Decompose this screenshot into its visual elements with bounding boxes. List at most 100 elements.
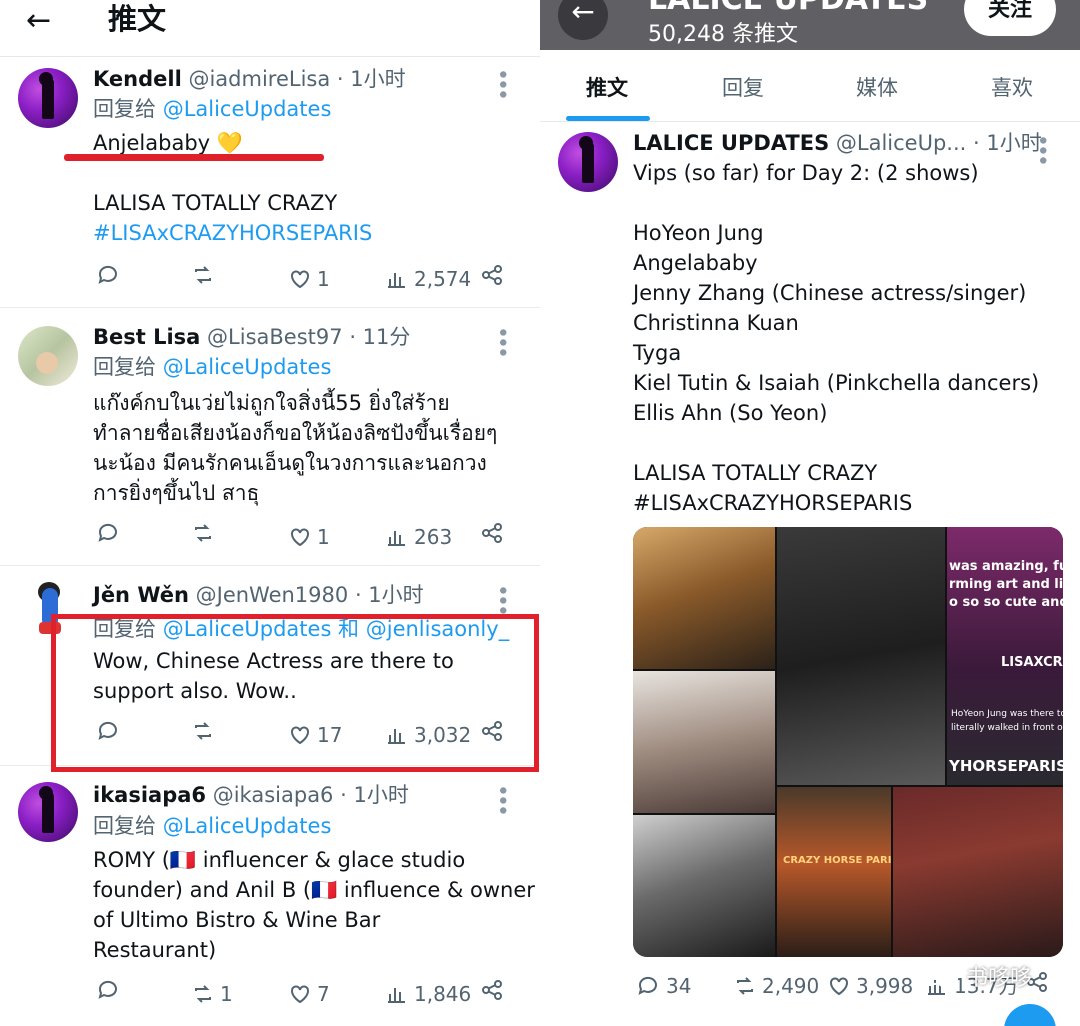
reply-tweet[interactable]: Best Lisa @LisaBest97 · 11分 ••• 回复给 @Lal… [0, 308, 540, 566]
photo-tile[interactable] [633, 815, 775, 957]
follow-button[interactable]: 关注 [964, 0, 1056, 36]
share-button[interactable] [480, 978, 504, 1002]
author-name[interactable]: LALICE UPDATES [633, 131, 829, 155]
tab-posts[interactable]: 推文 [586, 72, 628, 102]
reply-tweet[interactable]: Kendell @iadmireLisa · 1小时 ••• 回复给 @Lali… [0, 58, 540, 308]
share-icon [482, 523, 502, 543]
share-icon [482, 980, 502, 1000]
tweet-count: 50,248 条推文 [648, 22, 798, 47]
reply-to-link[interactable]: @LaliceUpdates [163, 97, 332, 121]
reply-tweet[interactable]: ikasiapa6 @ikasiapa6 · 1小时 ••• 回复给 @Lali… [0, 766, 540, 1026]
reply-prefix: 回复给 [93, 97, 156, 121]
reply-button[interactable]: 34 [637, 970, 691, 1002]
tweet-text-line: LALISA TOTALLY CRAZY [93, 191, 338, 215]
share-button[interactable] [480, 521, 504, 545]
tweet-text-line: Kiel Tutin & Isaiah (Pinkchella dancers) [633, 371, 1040, 395]
tweet-text-line: Tyga [633, 341, 682, 365]
more-options-icon[interactable]: ••• [489, 326, 514, 356]
photo-tile[interactable] [893, 787, 1063, 957]
tab-likes[interactable]: 喜欢 [991, 72, 1033, 102]
views-button[interactable]: 263 [385, 521, 452, 553]
wechat-icon [921, 963, 958, 988]
avatar[interactable] [558, 132, 618, 192]
tab-media[interactable]: 媒体 [856, 72, 898, 102]
reply-button[interactable] [97, 521, 121, 545]
hashtag-link[interactable]: #LISAxCRAZYHORSEPARIS [93, 218, 372, 248]
author-handle[interactable]: @ikasiapa6 [213, 783, 334, 807]
author-name[interactable]: Jěn Wěn [93, 583, 189, 607]
views-button[interactable]: 2,574 [385, 263, 471, 295]
post-time: · 1小时 [340, 783, 409, 807]
reply-button[interactable] [97, 978, 121, 1002]
comment-icon [638, 976, 657, 995]
tweet-text-line: Ellis Ahn (So Yeon) [633, 401, 828, 425]
heart-icon [830, 977, 848, 996]
reply-to-link[interactable]: @LaliceUpdates [163, 355, 332, 379]
tab-replies[interactable]: 回复 [722, 72, 764, 102]
retweet-button[interactable]: 1 [191, 978, 233, 1010]
post-time: · 11分 [349, 325, 411, 349]
comment-icon [98, 265, 117, 284]
profile-panel: ← LALICE UPDATES 50,248 条推文 关注 推文 回复 媒体 … [540, 0, 1080, 1026]
retweet-button[interactable]: 2,490 [733, 970, 819, 1002]
tweet-text-line: แก๊งค์กบในเว่ยไม่ถูกใจสิ่งนี้55 ยิ่งใส่ร… [93, 391, 450, 415]
more-options-icon[interactable]: ••• [489, 784, 514, 814]
heart-icon [291, 985, 309, 1004]
photo-tile[interactable]: was amazing, fun, rming art and lisa o s… [947, 527, 1063, 785]
tweet-text-line: Christinna Kuan [633, 311, 799, 335]
retweet-icon [195, 985, 211, 1003]
comment-icon [98, 980, 117, 999]
share-button[interactable] [480, 263, 504, 287]
tweet-text-line: Restaurant) [93, 938, 217, 962]
reply-button[interactable] [97, 263, 121, 287]
author-handle[interactable]: @LaliceUp... [836, 131, 966, 155]
retweet-icon [737, 977, 753, 995]
retweet-icon [195, 266, 211, 284]
retweet-button[interactable] [191, 521, 220, 545]
like-button[interactable]: 7 [288, 978, 330, 1010]
tweet-text-line: Vips (so far) for Day 2: (2 shows) [633, 161, 979, 185]
arrow-left-icon[interactable]: ← [26, 6, 51, 36]
photo-collage[interactable]: was amazing, fun, rming art and lisa o s… [633, 527, 1063, 957]
action-bar: 1 2,574 [93, 263, 513, 295]
avatar[interactable] [18, 782, 78, 842]
comment-icon [98, 523, 117, 542]
more-options-icon[interactable]: ••• [1029, 134, 1054, 164]
tweet-text-line: HoYeon Jung [633, 221, 764, 245]
hashtag-link[interactable]: #LISAxCRAZYHORSEPARIS [633, 488, 912, 518]
author-handle[interactable]: @iadmireLisa [188, 67, 330, 91]
photo-tile[interactable] [777, 527, 945, 785]
tweet-text-line: ROMY (🇫🇷 influencer & glace studio [93, 848, 466, 872]
retweet-button[interactable] [191, 263, 220, 287]
photo-tile[interactable] [633, 527, 775, 669]
author-handle[interactable]: @LisaBest97 [207, 325, 343, 349]
top-bar: ← 推文 [0, 0, 540, 57]
photo-tile[interactable]: CRAZY HORSE PARIS [777, 787, 891, 957]
like-button[interactable]: 3,998 [827, 970, 913, 1002]
share-icon [482, 265, 502, 285]
tweet-text-line: การยิ่งๆขึ้นไป สาธุ [93, 481, 260, 505]
tweet-text-line: นะน้อง มีคนรักคนเอ็นดูในวงการและนอกวง [93, 451, 487, 475]
author-name[interactable]: Kendell [93, 67, 182, 91]
arrow-left-icon[interactable]: ← [558, 0, 608, 40]
avatar[interactable] [18, 68, 78, 128]
more-options-icon[interactable]: ••• [489, 584, 514, 614]
tweet-text-line: ทำลายชื่อเสียงน้องก็ขอให้น้องลิซปังขึ้นเ… [93, 421, 498, 445]
like-button[interactable]: 1 [288, 521, 330, 553]
tweet-text-line: of Ultimo Bistro & Wine Bar [93, 908, 381, 932]
views-button[interactable]: 1,846 [385, 978, 471, 1010]
photo-tile[interactable] [633, 671, 775, 813]
author-handle[interactable]: @JenWen1980 [196, 583, 349, 607]
action-bar: 1 263 [93, 521, 513, 553]
author-name[interactable]: ikasiapa6 [93, 783, 206, 807]
reply-prefix: 回复给 [93, 355, 156, 379]
more-options-icon[interactable]: ••• [489, 68, 514, 98]
bar-chart-icon [388, 273, 405, 288]
heart-icon [291, 528, 309, 547]
author-name[interactable]: Best Lisa [93, 325, 200, 349]
like-button[interactable]: 1 [288, 263, 330, 295]
reply-to-link[interactable]: @LaliceUpdates [163, 814, 332, 838]
avatar[interactable] [18, 326, 78, 386]
heart-icon [291, 270, 309, 289]
profile-header: ← LALICE UPDATES 50,248 条推文 关注 [540, 0, 1080, 50]
